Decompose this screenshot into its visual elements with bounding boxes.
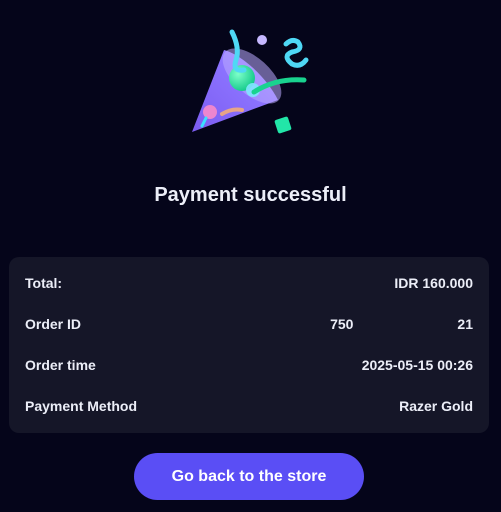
payment-method-label: Payment Method: [25, 398, 138, 414]
summary-row-total: Total: IDR 160.000: [25, 273, 473, 293]
back-to-store-button[interactable]: Go back to the store: [134, 453, 364, 500]
payment-success-page: Payment successful Total: IDR 160.000 Or…: [0, 0, 501, 512]
order-time-label: Order time: [25, 357, 96, 373]
summary-row-order-id: Order ID 750 21: [25, 314, 473, 334]
party-popper-icon: [192, 29, 309, 134]
order-id-start: 750: [330, 316, 354, 332]
total-label: Total:: [25, 275, 63, 291]
total-value: IDR 160.000: [394, 275, 473, 291]
summary-row-order-time: Order time 2025-05-15 00:26: [25, 355, 473, 375]
page-title: Payment successful: [154, 184, 347, 206]
order-id-redaction: [353, 316, 458, 332]
order-id-end: 21: [457, 316, 473, 332]
order-id-label: Order ID: [25, 316, 82, 332]
payment-method-value: Razer Gold: [399, 398, 473, 414]
order-id-value: 750 21: [330, 316, 473, 332]
order-summary-card: Total: IDR 160.000 Order ID 750 21 Order…: [9, 257, 489, 433]
summary-row-payment-method: Payment Method Razer Gold: [25, 396, 473, 416]
order-time-value: 2025-05-15 00:26: [361, 357, 473, 373]
